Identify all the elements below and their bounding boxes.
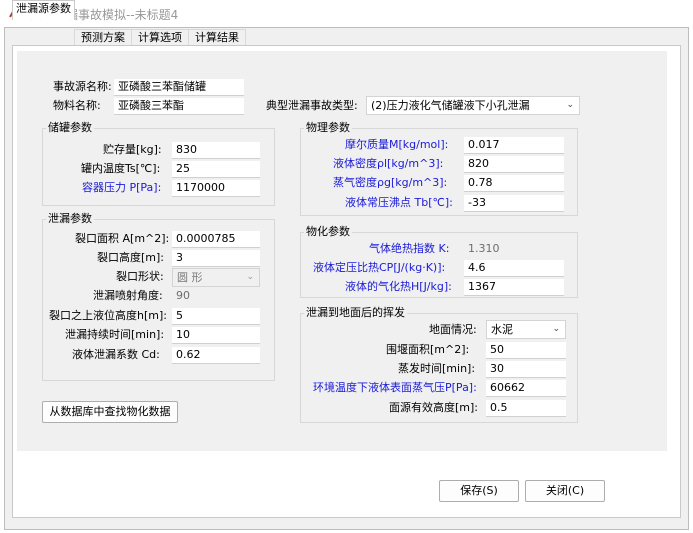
tank-temp-label: 罐内温度Ts[℃]: [81, 162, 161, 175]
evap-time-input[interactable]: 30 [486, 361, 566, 378]
source-height-label: 面源有效高度[m]: [389, 401, 479, 414]
source-height-input[interactable]: 0.5 [486, 400, 566, 417]
leak-duration-label: 泄漏持续时间[min]: [65, 328, 165, 341]
vapor-density-input[interactable]: 0.78 [464, 175, 564, 192]
accident-type-value: (2)压力液化气储罐液下小孔泄漏 [371, 99, 530, 112]
bund-area-label: 围堰面积[m^2]: [386, 343, 470, 356]
liquid-density-label: 液体密度ρl[kg/m^3]: [333, 157, 444, 170]
material-name-label: 物料名称: [53, 99, 101, 112]
tab-source-params[interactable]: 泄漏源参数 [12, 0, 75, 20]
tab-calc-results[interactable]: 计算结果 [188, 29, 246, 46]
bund-area-input[interactable]: 50 [486, 342, 566, 359]
tab-calc-options[interactable]: 计算选项 [131, 29, 189, 46]
storage-amount-input[interactable]: 830 [172, 142, 260, 159]
ground-value: 水泥 [491, 323, 513, 336]
boiling-point-input[interactable]: -33 [464, 195, 564, 212]
boiling-point-label: 液体常压沸点 Tb[℃]: [345, 196, 453, 209]
title-bar: 典型泄漏事故模拟--未标题4 [0, 0, 693, 27]
save-button[interactable]: 保存(S) [439, 480, 519, 502]
adiabatic-index-label: 气体绝热指数 K: [369, 242, 450, 255]
storage-group-title: 储罐参数 [46, 121, 94, 135]
molar-mass-label: 摩尔质量M[kg/mol]: [345, 138, 449, 151]
vapor-pressure-input[interactable]: 60662 [486, 380, 566, 397]
vapor-pressure-label: 环境温度下液体表面蒸气压P[Pa]: [313, 381, 477, 394]
specific-heat-input[interactable]: 4.6 [464, 260, 564, 277]
ground-select[interactable]: 水泥 ⌄ [486, 320, 566, 339]
physical-group-title: 物理参数 [304, 121, 352, 135]
vaporization-heat-label: 液体的气化热H[J/kg]: [345, 280, 452, 293]
pressure-label: 容器压力 P[Pa]: [82, 181, 162, 194]
leak-coef-input[interactable]: 0.62 [172, 347, 260, 364]
lookup-database-button[interactable]: 从数据库中查找物化数据 [42, 401, 178, 423]
molar-mass-input[interactable]: 0.017 [464, 137, 564, 154]
jet-angle-label: 泄漏喷射角度: [93, 289, 163, 302]
leak-shape-label: 裂口形状: [116, 270, 164, 283]
chevron-down-icon: ⌄ [566, 100, 574, 110]
chevron-down-icon: ⌄ [552, 324, 560, 334]
liquid-density-input[interactable]: 820 [464, 156, 564, 173]
leak-shape-select: 圆 形 ⌄ [172, 268, 260, 287]
source-name-label: 事故源名称: [53, 80, 112, 93]
chemical-group-title: 物化参数 [304, 225, 352, 239]
accident-type-label: 典型泄漏事故类型: [266, 99, 358, 112]
chevron-down-icon: ⌄ [246, 272, 254, 282]
leak-group-title: 泄漏参数 [46, 212, 94, 226]
jet-angle-input: 90 [172, 288, 260, 305]
liquid-level-input[interactable]: 5 [172, 308, 260, 325]
leak-duration-input[interactable]: 10 [172, 327, 260, 344]
leak-coef-label: 液体泄漏系数 Cd: [72, 348, 160, 361]
liquid-level-label: 裂口之上液位高度h[m]: [49, 309, 167, 322]
tank-temp-input[interactable]: 25 [172, 161, 260, 178]
leak-height-input[interactable]: 3 [172, 250, 260, 267]
pressure-input[interactable]: 1170000 [172, 180, 260, 197]
source-name-input[interactable]: 亚磷酸三苯酯储罐 [114, 79, 244, 96]
ground-label: 地面情况: [429, 323, 477, 336]
vapor-density-label: 蒸气密度ρg[kg/m^3]: [333, 176, 448, 189]
leak-shape-value: 圆 形 [177, 271, 203, 284]
close-button[interactable]: 关闭(C) [525, 480, 605, 502]
evap-time-label: 蒸发时间[min]: [398, 362, 476, 375]
leak-area-label: 裂口面积 A[m^2]: [75, 232, 170, 245]
adiabatic-index-input: 1.310 [464, 241, 564, 258]
evaporation-group-title: 泄漏到地面后的挥发 [304, 306, 407, 320]
accident-type-select[interactable]: (2)压力液化气储罐液下小孔泄漏 ⌄ [366, 96, 580, 115]
leak-area-input[interactable]: 0.0000785 [172, 231, 260, 248]
material-name-input[interactable]: 亚磷酸三苯酯 [114, 98, 244, 115]
leak-height-label: 裂口高度[m]: [97, 251, 165, 264]
vaporization-heat-input[interactable]: 1367 [464, 279, 564, 296]
specific-heat-label: 液体定压比热CP[J/(kg·K)]: [313, 261, 446, 274]
tab-forecast-plan[interactable]: 预测方案 [74, 29, 132, 46]
storage-amount-label: 贮存量[kg]: [103, 143, 162, 156]
